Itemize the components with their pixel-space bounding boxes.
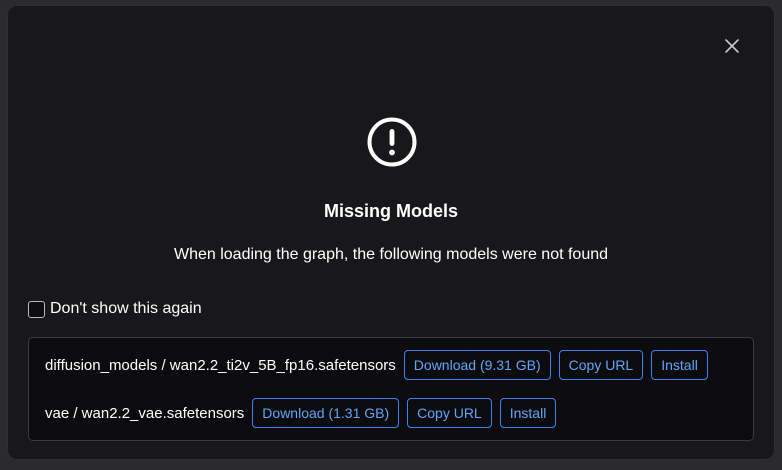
missing-models-dialog: Missing Models When loading the graph, t… — [7, 5, 775, 460]
close-icon — [725, 39, 739, 53]
model-name: vae / wan2.2_vae.safetensors — [45, 404, 245, 422]
download-button[interactable]: Download (9.31 GB) — [403, 350, 551, 380]
close-button[interactable] — [718, 32, 746, 60]
dialog-message: When loading the graph, the following mo… — [173, 246, 609, 263]
install-button[interactable]: Install — [651, 350, 708, 380]
missing-model-list: diffusion_models / wan2.2_ti2v_5B_fp16.s… — [28, 337, 754, 441]
model-name: diffusion_models / wan2.2_ti2v_5B_fp16.s… — [45, 356, 396, 374]
copy-url-button[interactable]: Copy URL — [407, 398, 492, 428]
dont-show-again-label: Don't show this again — [50, 300, 202, 317]
model-row: diffusion_models / wan2.2_ti2v_5B_fp16.s… — [45, 350, 716, 380]
model-row: vae / wan2.2_vae.safetensors Download (1… — [45, 398, 564, 428]
dont-show-again-checkbox[interactable] — [28, 300, 45, 318]
download-button[interactable]: Download (1.31 GB) — [252, 398, 400, 428]
install-button[interactable]: Install — [499, 398, 557, 428]
exclamation-circle-icon — [367, 117, 417, 167]
dialog-title: Missing Models — [323, 201, 458, 221]
copy-url-button[interactable]: Copy URL — [558, 350, 644, 380]
dont-show-again-row[interactable]: Don't show this again — [28, 300, 202, 318]
